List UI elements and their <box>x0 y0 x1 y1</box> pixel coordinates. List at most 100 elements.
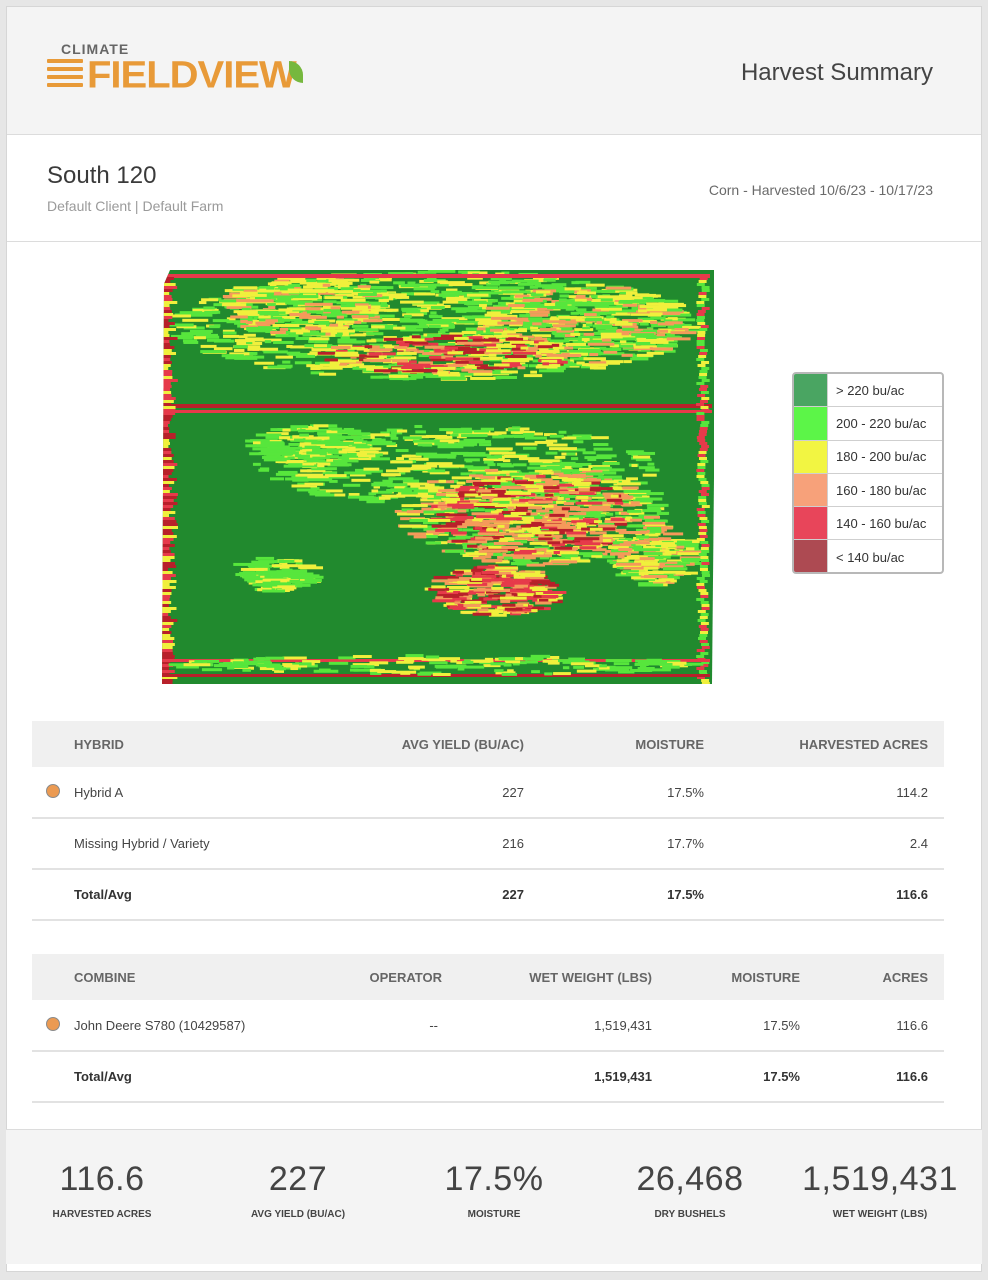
yield-pass <box>473 588 492 592</box>
yield-pass <box>588 363 607 367</box>
yield-pass <box>610 518 625 522</box>
yield-pass <box>581 338 590 342</box>
yield-pass <box>592 466 612 470</box>
yield-pass <box>445 549 465 553</box>
yield-pass <box>436 513 450 517</box>
yield-pass <box>650 320 658 324</box>
yield-pass <box>162 397 176 400</box>
yield-pass <box>699 517 708 520</box>
yield-pass <box>452 433 459 437</box>
yield-pass <box>464 600 482 604</box>
yield-pass <box>639 305 668 309</box>
yield-pass <box>381 293 407 297</box>
yield-pass <box>306 310 324 314</box>
total-moisture: 17.5% <box>524 869 704 921</box>
yield-pass <box>274 667 286 671</box>
yield-pass <box>538 341 550 345</box>
yield-pass <box>525 485 543 489</box>
yield-pass <box>438 501 446 505</box>
yield-pass <box>662 665 680 669</box>
yield-pass <box>162 487 172 490</box>
yield-pass <box>482 578 494 582</box>
yield-legend: > 220 bu/ac 200 - 220 bu/ac 180 - 200 bu/a… <box>792 372 944 574</box>
yield-pass <box>302 462 315 466</box>
yield-pass <box>334 493 346 497</box>
yield-pass <box>342 448 356 452</box>
yield-pass <box>543 590 567 594</box>
yield-pass <box>585 472 603 476</box>
yield-pass <box>528 506 543 510</box>
yield-pass <box>566 531 587 535</box>
yield-pass <box>493 363 510 367</box>
yield-pass <box>382 479 393 483</box>
yield-pass <box>701 574 710 577</box>
yield-pass <box>552 467 563 471</box>
legend-row: 180 - 200 bu/ac <box>794 440 942 474</box>
yield-pass <box>564 287 581 291</box>
yield-pass <box>553 672 571 676</box>
yield-pass <box>598 524 618 528</box>
yield-pass <box>462 660 474 664</box>
yield-pass <box>445 357 474 361</box>
yield-pass <box>271 330 286 334</box>
yield-pass <box>455 488 469 492</box>
yield-pass <box>366 339 377 343</box>
yield-pass <box>162 277 175 280</box>
yield-pass <box>162 322 175 325</box>
yield-pass <box>530 370 538 374</box>
yield-pass <box>513 575 526 579</box>
yield-pass <box>701 646 710 649</box>
yield-pass <box>516 503 535 507</box>
yield-pass <box>483 549 508 553</box>
yield-pass <box>315 493 335 497</box>
yield-pass <box>342 332 349 336</box>
yield-pass <box>698 388 707 391</box>
legend-swatch <box>794 473 828 507</box>
yield-pass <box>701 379 710 382</box>
yield-pass <box>701 550 710 553</box>
yield-pass <box>438 479 447 483</box>
legend-label: 200 - 220 bu/ac <box>836 415 927 431</box>
yield-pass <box>677 318 696 322</box>
yield-pass <box>701 505 710 508</box>
yield-pass <box>697 454 706 457</box>
yield-pass <box>162 478 177 481</box>
yield-pass <box>324 474 347 478</box>
yield-pass <box>431 579 453 583</box>
field-info-section: South 120 Default Client | Default Farm … <box>7 136 981 242</box>
yield-pass <box>657 329 669 333</box>
yield-pass <box>698 670 707 673</box>
yield-pass <box>698 355 707 358</box>
yield-pass <box>698 490 707 493</box>
stat-avg-yield: 227 AVG YIELD (BU/AC) <box>198 1160 398 1220</box>
yield-pass <box>271 564 298 568</box>
yield-pass <box>162 622 174 625</box>
yield-pass <box>435 435 453 439</box>
yield-pass <box>477 608 489 612</box>
hybrid-name: Missing Hybrid / Variety <box>74 818 314 870</box>
avg-yield-col-header: AVG YIELD (BU/AC) <box>314 721 524 767</box>
yield-pass <box>355 445 370 449</box>
yield-pass <box>558 298 567 302</box>
yield-pass <box>634 299 658 303</box>
yield-pass <box>430 306 445 310</box>
yield-pass <box>489 451 516 455</box>
hybrid-name: Hybrid A <box>74 767 314 819</box>
yield-pass <box>278 559 295 563</box>
yield-pass <box>576 669 597 673</box>
hybrid-color-dot <box>46 783 60 798</box>
yield-pass <box>162 298 173 301</box>
yield-pass <box>341 456 350 460</box>
yield-pass <box>472 612 492 616</box>
yield-pass <box>267 452 293 456</box>
yield-pass <box>632 455 651 459</box>
yield-pass <box>454 336 469 340</box>
yield-pass <box>444 346 459 350</box>
yield-pass <box>561 327 573 331</box>
yield-pass <box>415 283 434 287</box>
yield-pass <box>404 314 412 318</box>
yield-pass <box>524 436 547 440</box>
yield-pass <box>270 446 287 450</box>
yield-pass <box>162 382 171 385</box>
yield-pass <box>558 315 577 319</box>
